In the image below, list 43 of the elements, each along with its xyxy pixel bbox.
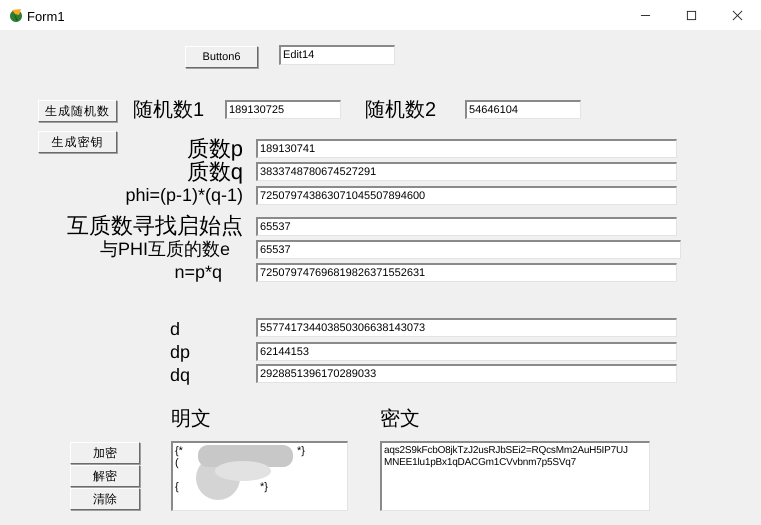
field-label: phi=(p-1)*(q-1): [125, 184, 243, 206]
text-fragment: {: [175, 481, 179, 493]
text-area[interactable]: aqs2S9kFcbO8jkTzJ2usRJbSEi2=RQcsMm2AuH5IP7UJ MNEE1lu1pBx1qDACGm1CVvbnm7p5SVq7: [380, 441, 650, 511]
memo-label: 明文: [171, 407, 211, 431]
field-label: 随机数1: [133, 98, 204, 122]
input-field[interactable]: 189130725: [225, 100, 341, 119]
button[interactable]: 解密: [70, 465, 140, 487]
field-label: dp: [170, 341, 190, 363]
input-field[interactable]: 62144153: [256, 342, 677, 361]
button[interactable]: 生成密钥: [38, 131, 117, 153]
text-fragment: (: [175, 457, 179, 469]
button[interactable]: 清除: [70, 488, 140, 510]
maximize-icon[interactable]: [686, 10, 697, 21]
button[interactable]: 加密: [70, 442, 140, 464]
input-field[interactable]: 725079743863071045507894600: [256, 186, 677, 205]
field-label: 随机数2: [365, 98, 436, 122]
input-field[interactable]: 189130741: [256, 139, 677, 158]
input-field[interactable]: 2928851396170289033: [256, 364, 677, 383]
edit-field[interactable]: Edit14: [279, 45, 395, 65]
text-area[interactable]: {* *} ( { *}: [171, 441, 348, 511]
app-icon: [8, 7, 24, 23]
field-label: d: [170, 318, 180, 340]
field-label: dq: [170, 364, 190, 386]
field-label: n=p*q: [174, 261, 222, 283]
text-fragment: {*: [175, 445, 183, 457]
text-line: aqs2S9kFcbO8jkTzJ2usRJbSEi2=RQcsMm2AuH5IP7UJ: [384, 445, 629, 457]
field-label: 与PHI互质的数e: [100, 238, 230, 260]
input-field[interactable]: 65537: [256, 217, 677, 236]
input-field[interactable]: 557741734403850306638143073: [256, 318, 677, 337]
field-label: 质数p: [186, 136, 243, 161]
button[interactable]: 生成随机数: [38, 100, 117, 122]
field-label: 互质数寻找启始点: [67, 213, 243, 239]
input-field[interactable]: 725079747696819826371552631: [256, 263, 677, 282]
button[interactable]: Button6: [185, 46, 258, 68]
window-title: Form1: [27, 8, 65, 26]
text-line: MNEE1lu1pBx1qDACGm1CVvbnm7p5SVq7: [384, 457, 578, 469]
text-fragment: *}: [297, 445, 305, 457]
text-fragment: *}: [260, 481, 268, 493]
close-icon[interactable]: [732, 10, 743, 21]
input-field[interactable]: 54646104: [465, 100, 581, 119]
input-field[interactable]: 3833748780674527291: [256, 162, 677, 181]
memo-label: 密文: [380, 407, 420, 431]
input-field[interactable]: 65537: [256, 240, 681, 259]
